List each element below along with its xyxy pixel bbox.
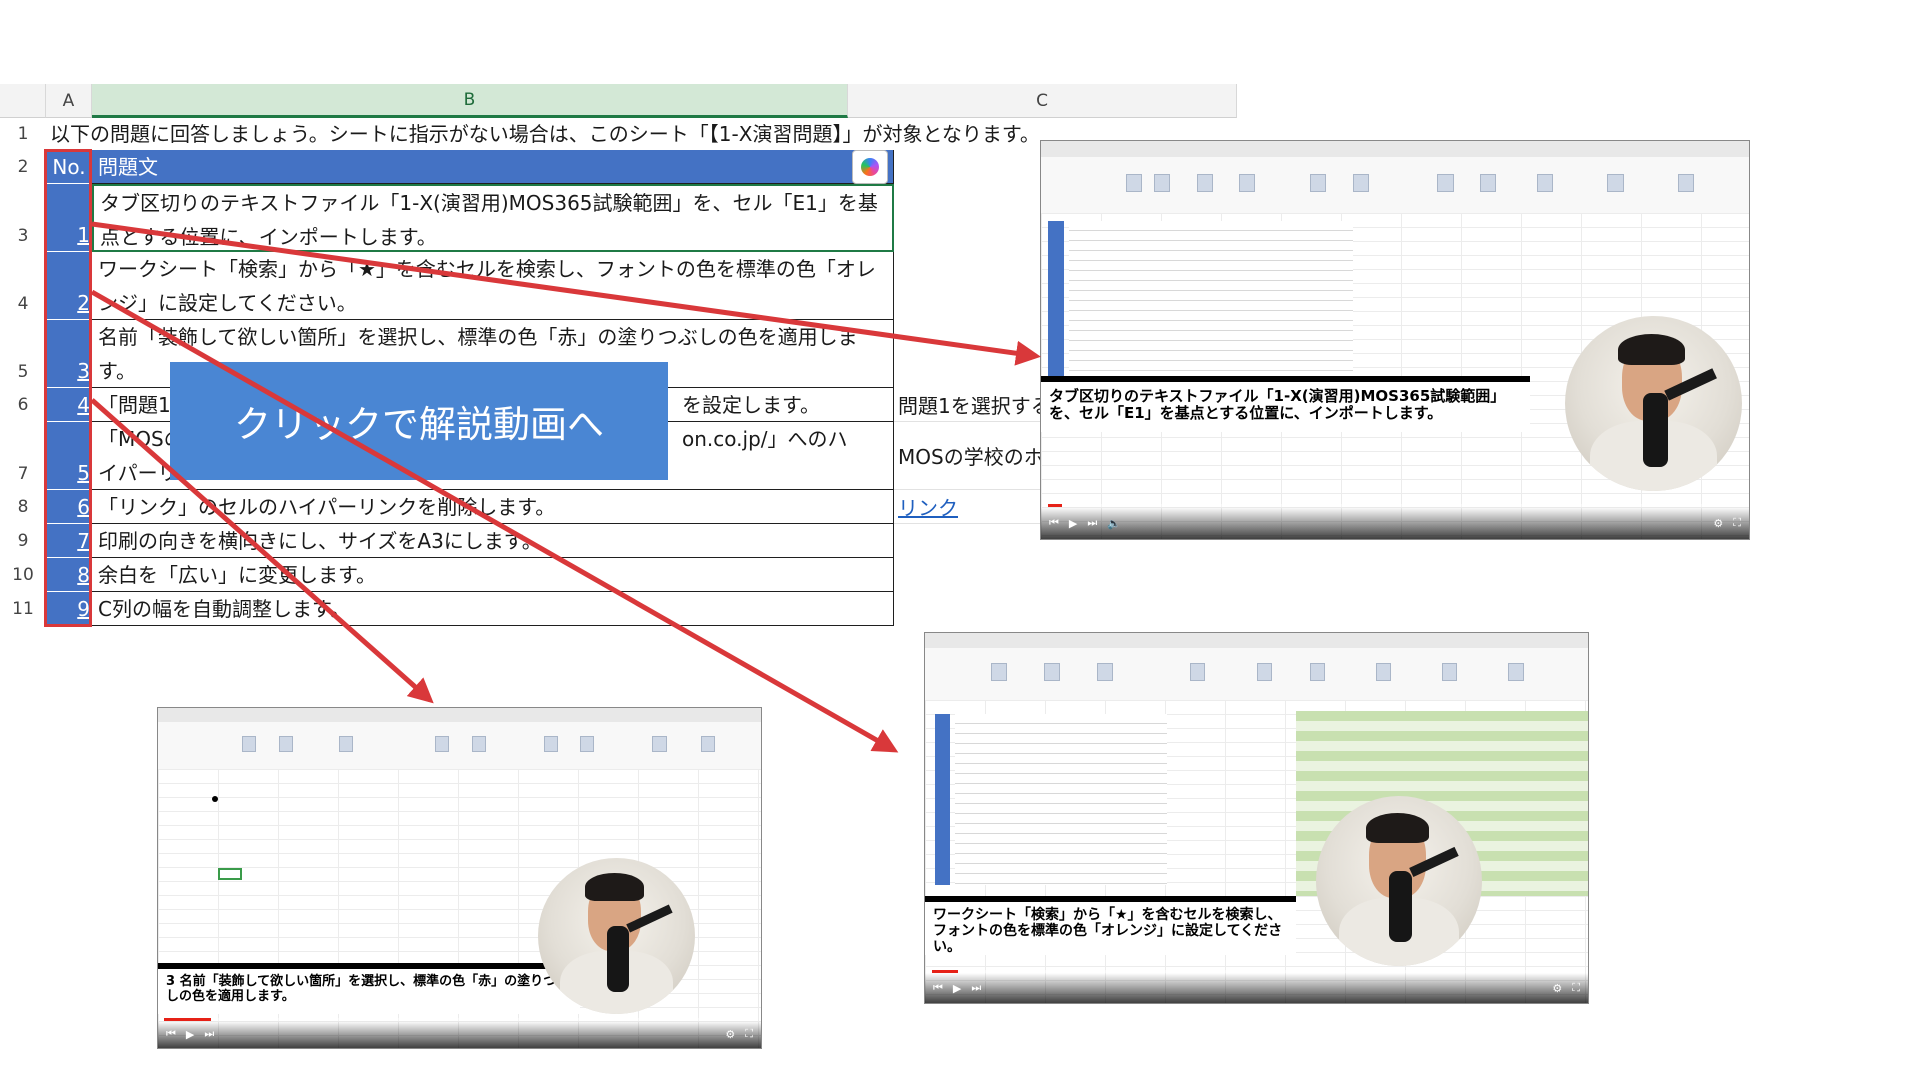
question-text-end: on.co.jp/」へのハ: [682, 427, 848, 451]
thumb-selected-cell: [218, 867, 243, 880]
fullscreen-icon[interactable]: ⛶: [1572, 981, 1580, 995]
row-number[interactable]: 10: [0, 558, 46, 592]
thumb-no-column: [1048, 220, 1064, 384]
skip-forward-icon[interactable]: ⏭: [1087, 516, 1097, 530]
row-number[interactable]: 11: [0, 592, 46, 626]
question-cell[interactable]: 「リンク」のセルのハイパーリンクを削除します。: [92, 490, 894, 524]
video-thumbnail-2[interactable]: 3 名前「装飾して欲しい箇所」を選択し、標準の色「赤」の塗りつぶしの色を適用しま…: [157, 707, 762, 1049]
column-header-b[interactable]: B: [92, 84, 848, 118]
explanation-video-banner[interactable]: クリックで解説動画へ: [170, 362, 668, 480]
row-number[interactable]: 7: [0, 422, 46, 490]
question-cell[interactable]: 印刷の向きを横向きにし、サイズをA3にします。: [92, 524, 894, 558]
fullscreen-icon[interactable]: ⛶: [1733, 516, 1741, 530]
presenter-avatar: [1316, 795, 1482, 966]
video-caption: タブ区切りのテキストファイル「1-X(演習用)MOS365試験範囲」を、セル「E…: [1041, 375, 1530, 432]
column-header-a[interactable]: A: [46, 84, 92, 118]
table-row: 8 余白を「広い」に変更します。: [46, 558, 1237, 592]
hyperlink-cell[interactable]: リンク: [898, 492, 958, 521]
row-number[interactable]: 1: [0, 118, 46, 150]
thumb-question-column: [1069, 220, 1353, 384]
video-controls[interactable]: ⏮ ▶ ⏭ ⚙ ⛶: [925, 973, 1588, 1003]
row-number[interactable]: 5: [0, 320, 46, 388]
thumb-question-column: [954, 714, 1167, 885]
volume-icon[interactable]: 🔈: [1107, 517, 1121, 530]
play-icon[interactable]: ▶: [953, 982, 961, 995]
row-number[interactable]: 3: [0, 184, 46, 252]
video-controls[interactable]: ⏮ ▶ ⏭ ⚙ ⛶: [158, 1020, 761, 1048]
thumb-ribbon: [158, 721, 761, 771]
corner-header[interactable]: [0, 84, 46, 118]
skip-forward-icon[interactable]: ⏭: [204, 1027, 214, 1041]
header-question-cell[interactable]: 問題文: [92, 150, 894, 184]
row-number[interactable]: 9: [0, 524, 46, 558]
question-cell[interactable]: タブ区切りのテキストファイル「1-X(演習用)MOS365試験範囲」を、セル「E…: [92, 184, 894, 252]
video-controls[interactable]: ⏮ ▶ ⏭ 🔈 ⚙ ⛶: [1041, 507, 1749, 539]
thumb-no-column: [934, 714, 950, 885]
question-cell[interactable]: 余白を「広い」に変更します。: [92, 558, 894, 592]
row-number[interactable]: 4: [0, 252, 46, 320]
video-caption: ワークシート「検索」から「★」を含むセルを検索し、フォントの色を標準の色「オレン…: [925, 895, 1297, 955]
skip-back-icon[interactable]: ⏮: [1049, 516, 1059, 530]
thumb-ribbon: [1041, 156, 1749, 214]
thumb-titlebar: [158, 708, 761, 723]
skip-back-icon[interactable]: ⏮: [933, 981, 943, 995]
video-thumbnail-1[interactable]: タブ区切りのテキストファイル「1-X(演習用)MOS365試験範囲」を、セル「E…: [1040, 140, 1750, 540]
video-caption: 3 名前「装飾して欲しい箇所」を選択し、標準の色「赤」の塗りつぶしの色を適用しま…: [158, 963, 581, 1014]
settings-icon[interactable]: ⚙: [1552, 982, 1562, 995]
presenter-avatar: [1564, 316, 1742, 492]
presenter-avatar: [537, 857, 695, 1014]
play-icon[interactable]: ▶: [186, 1028, 194, 1041]
settings-icon[interactable]: ⚙: [1713, 517, 1723, 530]
thumb-titlebar: [925, 633, 1588, 649]
video-thumbnail-3[interactable]: ワークシート「検索」から「★」を含むセルを検索し、フォントの色を標準の色「オレン…: [924, 632, 1589, 1004]
question-cell[interactable]: C列の幅を自動調整します。: [92, 592, 894, 626]
row-number[interactable]: 2: [0, 150, 46, 184]
table-row: 9 C列の幅を自動調整します。: [46, 592, 1237, 626]
settings-icon[interactable]: ⚙: [725, 1028, 735, 1041]
column-header-c[interactable]: C: [848, 84, 1237, 118]
thumb-ribbon: [925, 647, 1588, 701]
play-icon[interactable]: ▶: [1069, 517, 1077, 530]
copilot-icon[interactable]: [852, 150, 888, 184]
row-number[interactable]: 8: [0, 490, 46, 524]
question-text-end: を設定します。: [682, 393, 820, 417]
skip-forward-icon[interactable]: ⏭: [971, 981, 981, 995]
sheet-instruction[interactable]: 以下の問題に回答しましょう。シートに指示がない場合は、このシート「【1-X演習問…: [50, 118, 1040, 150]
no-column-highlight: [44, 149, 92, 627]
thumb-titlebar: [1041, 141, 1749, 158]
question-cell[interactable]: ワークシート「検索」から「★」を含むセルを検索し、フォントの色を標準の色「オレン…: [92, 252, 894, 320]
skip-back-icon[interactable]: ⏮: [166, 1027, 176, 1041]
fullscreen-icon[interactable]: ⛶: [745, 1027, 753, 1041]
row-number[interactable]: 6: [0, 388, 46, 422]
